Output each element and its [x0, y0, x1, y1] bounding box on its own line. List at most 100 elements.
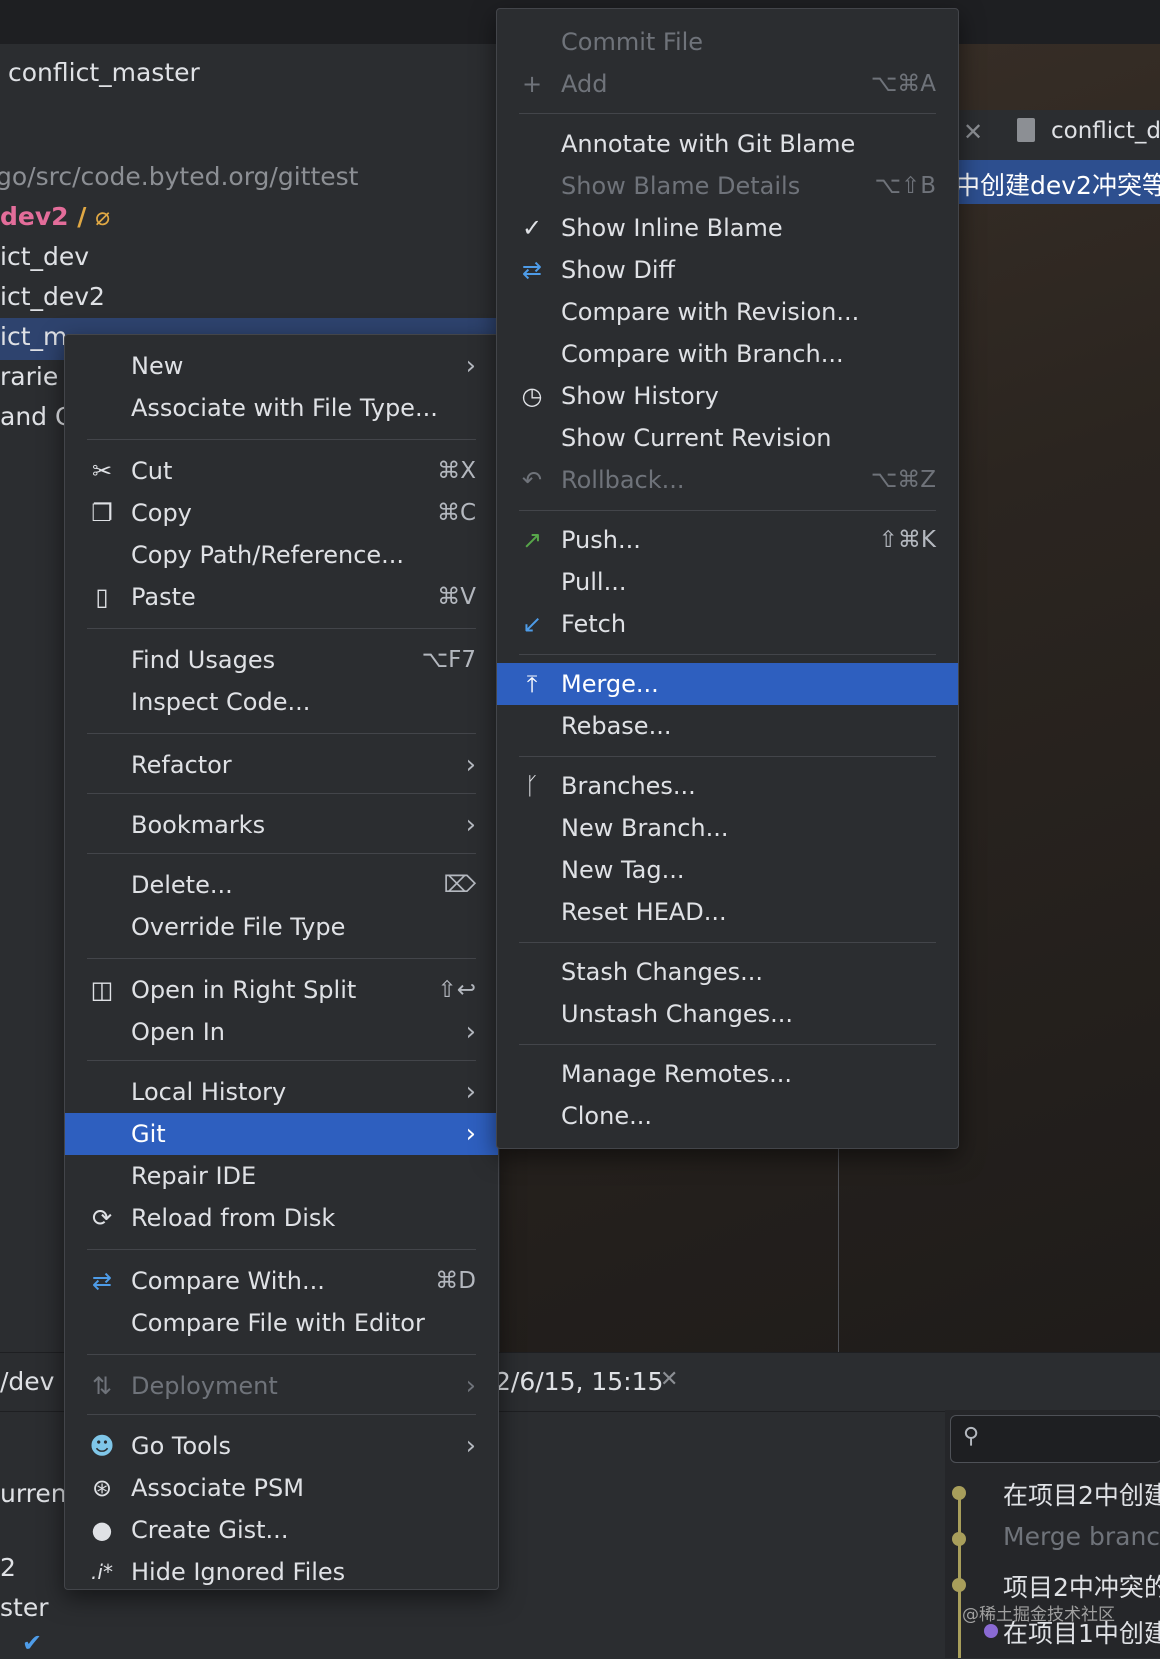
- git-item-show-current-revision[interactable]: Show Current Revision: [497, 417, 958, 459]
- menu-item-associate-file-type[interactable]: Associate with File Type...: [65, 387, 498, 429]
- tree-item[interactable]: ict_m: [0, 322, 67, 351]
- fetch-icon: ↙: [521, 610, 543, 638]
- git-item-compare-branch[interactable]: Compare with Branch...: [497, 333, 958, 375]
- diff-icon: ⇄: [521, 256, 543, 284]
- menu-item-repair-ide[interactable]: Repair IDE: [65, 1155, 498, 1197]
- menu-item-copy-path[interactable]: Copy Path/Reference...: [65, 534, 498, 576]
- editor-tab-bar: ✕ conflict_de: [955, 110, 1160, 160]
- git-item-branches[interactable]: ᚴ Branches...: [497, 765, 958, 807]
- close-log-tab-icon[interactable]: ✕: [660, 1367, 678, 1392]
- git-item-rebase[interactable]: Rebase...: [497, 705, 958, 747]
- left-item[interactable]: 2: [0, 1553, 16, 1582]
- git-item-merge[interactable]: ⤒ Merge...: [497, 663, 958, 705]
- git-item-new-branch[interactable]: New Branch...: [497, 807, 958, 849]
- left-item[interactable]: ster: [0, 1593, 49, 1622]
- check-icon: ✓: [521, 214, 543, 242]
- menu-item-copy[interactable]: ❐ Copy ⌘C: [65, 492, 498, 534]
- bottom-tab[interactable]: /dev: [0, 1367, 54, 1396]
- menu-item-cut[interactable]: ✂ Cut ⌘X: [65, 450, 498, 492]
- menu-item-associate-psm[interactable]: ⊛ Associate PSM: [65, 1467, 498, 1509]
- git-item-unstash[interactable]: Unstash Changes...: [497, 993, 958, 1035]
- menu-item-reload-from-disk[interactable]: ⟳ Reload from Disk: [65, 1197, 498, 1239]
- tree-item[interactable]: and C: [0, 402, 72, 431]
- commit-dot: [952, 1532, 966, 1546]
- context-menu: New › Associate with File Type... ✂ Cut ⌘X …: [64, 334, 499, 1590]
- branch-name: dev2: [0, 202, 69, 231]
- branch-label[interactable]: dev2 / ⌀: [0, 202, 110, 231]
- git-item-show-history[interactable]: ◷ Show History: [497, 375, 958, 417]
- log-entry[interactable]: 在项目2中创建: [1003, 1476, 1160, 1512]
- menu-item-override-file-type[interactable]: Override File Type: [65, 906, 498, 948]
- github-icon: ●: [91, 1516, 113, 1544]
- git-item-push[interactable]: ↗ Push... ⇧⌘K: [497, 519, 958, 561]
- file-icon: [1017, 118, 1035, 142]
- watermark: @稀土掘金技术社区: [962, 1605, 1115, 1625]
- menu-item-go-tools[interactable]: ☻ Go Tools ›: [65, 1425, 498, 1467]
- git-item-rollback: ↶ Rollback... ⌥⌘Z: [497, 459, 958, 501]
- git-item-pull[interactable]: Pull...: [497, 561, 958, 603]
- git-item-compare-revision[interactable]: Compare with Revision...: [497, 291, 958, 333]
- tree-item[interactable]: ict_dev2: [0, 282, 105, 311]
- git-item-show-inline-blame[interactable]: ✓ Show Inline Blame: [497, 207, 958, 249]
- git-item-clone[interactable]: Clone...: [497, 1095, 958, 1137]
- search-icon: ⚲: [963, 1424, 980, 1449]
- menu-item-deployment: ⇅ Deployment ›: [65, 1365, 498, 1407]
- log-entry[interactable]: Merge branc: [1003, 1522, 1160, 1551]
- git-submenu: Commit File + Add ⌥⌘A Annotate with Git Bl…: [496, 8, 959, 1149]
- deployment-icon: ⇅: [91, 1372, 113, 1400]
- editor-tab[interactable]: conflict_de: [1051, 118, 1160, 144]
- menu-item-open-in[interactable]: Open In ›: [65, 1011, 498, 1053]
- menu-item-compare-file-editor[interactable]: Compare File with Editor: [65, 1302, 498, 1344]
- menu-item-local-history[interactable]: Local History ›: [65, 1071, 498, 1113]
- menu-item-create-gist[interactable]: ● Create Gist...: [65, 1509, 498, 1551]
- menu-item-delete[interactable]: Delete... ⌦: [65, 864, 498, 906]
- tree-item[interactable]: rarie: [0, 362, 58, 391]
- merge-icon: ⤒: [526, 670, 538, 698]
- gopher-icon: ☻: [89, 1432, 115, 1460]
- compare-icon: ⇄: [91, 1267, 113, 1295]
- project-path[interactable]: go/src/code.byted.org/gittest: [0, 162, 358, 191]
- banner-text: 中创建dev2冲突等: [955, 171, 1160, 200]
- menu-item-refactor[interactable]: Refactor ›: [65, 744, 498, 786]
- clipboard-icon: ▯: [95, 583, 109, 611]
- reload-icon: ⟳: [91, 1204, 113, 1232]
- log-tab[interactable]: 2/6/15, 15:15: [495, 1367, 663, 1396]
- git-item-show-diff[interactable]: ⇄ Show Diff: [497, 249, 958, 291]
- log-entry[interactable]: 项目2中冲突的: [1003, 1568, 1160, 1604]
- psm-icon: ⊛: [91, 1474, 113, 1502]
- chevron-right-icon: ›: [465, 1077, 476, 1107]
- menu-item-compare-with[interactable]: ⇄ Compare With... ⌘D: [65, 1260, 498, 1302]
- menu-item-hide-ignored[interactable]: .i* Hide Ignored Files: [65, 1551, 498, 1593]
- delete-key-icon: ⌦: [443, 872, 476, 898]
- plus-icon: +: [521, 70, 543, 98]
- scissors-icon: ✂: [91, 457, 113, 485]
- chevron-right-icon: ›: [465, 351, 476, 381]
- checkmark-icon: ✔: [22, 1629, 43, 1657]
- git-item-add: + Add ⌥⌘A: [497, 63, 958, 105]
- no-sign-icon: ⌀: [95, 202, 111, 231]
- push-icon: ↗: [521, 526, 543, 554]
- git-item-reset-head[interactable]: Reset HEAD...: [497, 891, 958, 933]
- project-title: conflict_master: [8, 58, 200, 87]
- ignore-icon: .i*: [91, 1560, 113, 1584]
- tree-item[interactable]: ict_dev: [0, 242, 89, 271]
- git-item-show-blame-details: Show Blame Details ⌥⇧B: [561, 172, 936, 200]
- menu-item-git[interactable]: Git ›: [65, 1113, 498, 1155]
- menu-item-paste[interactable]: ▯ Paste ⌘V: [65, 576, 498, 618]
- clock-icon: ◷: [521, 382, 543, 410]
- git-item-manage-remotes[interactable]: Manage Remotes...: [497, 1053, 958, 1095]
- git-item-stash[interactable]: Stash Changes...: [497, 951, 958, 993]
- git-item-new-tag[interactable]: New Tag...: [497, 849, 958, 891]
- menu-item-bookmarks[interactable]: Bookmarks ›: [65, 804, 498, 846]
- chevron-right-icon: ›: [465, 750, 476, 780]
- close-tab-icon[interactable]: ✕: [963, 118, 983, 146]
- menu-item-new[interactable]: New ›: [65, 345, 498, 387]
- git-item-annotate-blame[interactable]: Annotate with Git Blame: [497, 123, 958, 165]
- branch-icon: ᚴ: [524, 772, 540, 800]
- log-search-input[interactable]: ⚲: [950, 1415, 1160, 1463]
- menu-item-find-usages[interactable]: Find Usages ⌥F7: [65, 639, 498, 681]
- git-item-fetch[interactable]: ↙ Fetch: [497, 603, 958, 645]
- copy-icon: ❐: [91, 499, 113, 527]
- menu-item-open-right-split[interactable]: ◫ Open in Right Split ⇧↩: [65, 969, 498, 1011]
- menu-item-inspect-code[interactable]: Inspect Code...: [65, 681, 498, 723]
